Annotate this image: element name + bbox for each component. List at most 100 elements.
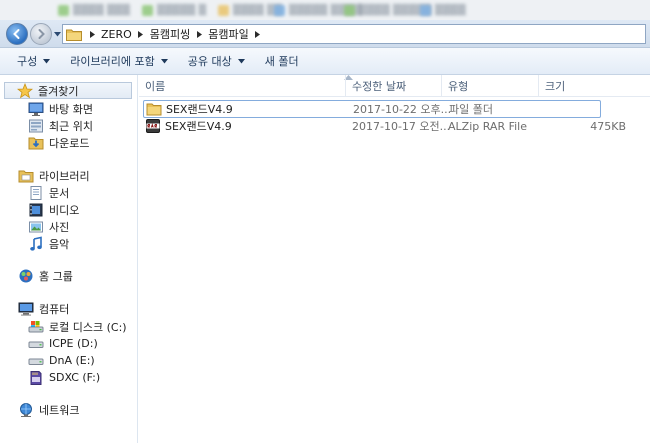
sidebar-item-computer[interactable]: 컴퓨터 [18,300,69,317]
file-name: SEX랜드V4.9 [166,103,233,116]
videos-icon [28,202,44,218]
breadcrumb-item-files[interactable]: 몸캠파일 [205,26,251,42]
recent-pages-dropdown[interactable] [53,29,61,39]
folder-icon [66,29,82,41]
organize-button[interactable]: 구성 [9,51,58,71]
sidebar-header-label: 네트워크 [39,403,80,417]
sidebar-item-videos[interactable]: 비디오 [28,201,79,218]
back-button[interactable] [6,23,28,45]
local-disk-icon [28,319,44,335]
blurred-bookmark: ▒▒▒▒▒ ▒ [142,4,206,16]
recent-places-icon [28,118,44,134]
file-list: 이름 수정한 날짜 유형 크기 SEX랜드V4.9 2017-10-22 오후.… [139,75,650,443]
arrow-right-icon [38,29,45,39]
file-size: 475KB [590,119,626,133]
command-bar: 구성 라이브러리에 포함 공유 대상 새 폴더 [0,48,650,75]
column-header-label: 유형 [448,80,469,93]
file-name: SEX랜드V4.9 [165,120,232,133]
column-header-name[interactable]: 이름 [139,75,345,97]
chevron-down-icon [53,31,61,36]
network-icon [18,402,34,418]
share-with-label: 공유 대상 [187,55,232,68]
sidebar-item-label: SDXC (F:) [49,371,101,384]
desktop-icon [28,101,44,117]
sidebar-item-label: 다운로드 [49,136,90,150]
sidebar-item-label: ICPE (D:) [49,337,98,350]
sidebar-item-desktop[interactable]: 바탕 화면 [28,100,93,117]
chevron-down-icon [160,58,168,63]
sidebar-item-label: 비디오 [49,203,80,217]
bookmarks-bar: ▒▒▒▒ ▒▒▒ ▒▒▒▒▒ ▒ ▒▒▒▒ ▒▒ ▒▒▒▒▒ ▒▒▒▒ ▒▒▒▒… [0,0,650,20]
sidebar-item-label: 문서 [49,186,70,200]
new-folder-label: 새 폴더 [264,55,299,68]
include-in-library-label: 라이브러리에 포함 [70,55,155,68]
file-row-archive[interactable]: SEX랜드V4.9 2017-10-17 오전... ALZip RAR Fil… [143,118,626,136]
sidebar-item-music[interactable]: 음악 [28,235,69,252]
column-header-size[interactable]: 크기 [538,75,650,97]
downloads-icon [28,135,44,151]
sidebar-item-local-disk-c[interactable]: 로컬 디스크 (C:) [28,318,127,335]
breadcrumb-separator-icon[interactable] [86,25,98,43]
navigation-pane: 즐겨찾기 바탕 화면 최근 위치 다운로드 라이브러리 문서 비디오 사진 음악… [0,75,138,443]
column-header-label: 수정한 날짜 [352,80,407,93]
file-size [567,101,627,117]
sidebar-item-drive-d[interactable]: ICPE (D:) [28,335,98,352]
file-type: 파일 폴더 [449,103,493,116]
computer-icon [18,301,34,317]
sidebar-item-recent-places[interactable]: 최근 위치 [28,117,93,134]
file-row-folder[interactable]: SEX랜드V4.9 2017-10-22 오후... 파일 폴더 [143,100,601,118]
sidebar-item-label: 로컬 디스크 (C:) [49,320,127,334]
breadcrumb-separator-icon[interactable] [252,25,264,43]
drive-icon [28,353,44,369]
sidebar-item-label: 사진 [49,220,70,234]
address-row: ZERO 몸캠피씽 몸캠파일 [0,20,650,48]
sidebar-item-libraries[interactable]: 라이브러리 [18,167,90,184]
sd-card-icon [28,370,44,386]
new-folder-button[interactable]: 새 폴더 [257,51,307,71]
music-icon [28,236,44,252]
breadcrumb-item-zero[interactable]: ZERO [98,28,135,41]
breadcrumb-item-phishing[interactable]: 몸캠피씽 [147,26,193,42]
include-in-library-button[interactable]: 라이브러리에 포함 [62,51,175,71]
column-header-date-modified[interactable]: 수정한 날짜 [345,75,441,97]
file-date: 2017-10-17 오전... [352,120,451,133]
blurred-bookmark: ▒▒▒▒ ▒▒▒▒▒ [344,4,431,16]
documents-icon [28,185,44,201]
column-header-label: 크기 [545,80,566,93]
sidebar-header-label: 홈 그룹 [39,269,73,283]
sidebar-header-label: 컴퓨터 [39,302,70,316]
sidebar-item-homegroup[interactable]: 홈 그룹 [18,267,73,284]
star-icon [17,82,33,99]
drive-icon [28,336,44,352]
address-bar[interactable]: ZERO 몸캠피씽 몸캠파일 [62,24,646,44]
blurred-bookmark: ▒▒▒▒ [420,4,466,16]
sidebar-header-label: 라이브러리 [39,169,90,183]
chevron-down-icon [43,58,51,63]
homegroup-icon [18,268,34,284]
breadcrumb: ZERO 몸캠피씽 몸캠파일 [86,25,264,43]
sidebar-item-downloads[interactable]: 다운로드 [28,134,89,151]
organize-label: 구성 [17,55,38,68]
sidebar-item-favorites[interactable]: 즐겨찾기 [4,82,132,99]
file-name-cell: SEX랜드V4.9 [145,118,232,134]
breadcrumb-separator-icon[interactable] [135,25,147,43]
share-with-button[interactable]: 공유 대상 [180,51,253,71]
column-header-label: 이름 [145,80,166,93]
rar-archive-icon [146,119,160,133]
blurred-bookmark: ▒▒▒▒ ▒▒ [218,4,282,16]
file-name-cell: SEX랜드V4.9 [146,101,233,117]
chevron-down-icon [237,58,245,63]
file-date: 2017-10-22 오후... [353,103,452,116]
breadcrumb-separator-icon[interactable] [193,25,205,43]
file-type: ALZip RAR File [448,119,527,133]
forward-button[interactable] [30,23,52,45]
sidebar-item-sdxc-f[interactable]: SDXC (F:) [28,369,100,386]
sidebar-item-pictures[interactable]: 사진 [28,218,69,235]
sidebar-item-drive-e[interactable]: DnA (E:) [28,352,95,369]
column-header-row: 이름 수정한 날짜 유형 크기 [139,75,650,97]
sidebar-item-documents[interactable]: 문서 [28,184,69,201]
sidebar-item-network[interactable]: 네트워크 [18,401,79,418]
column-header-type[interactable]: 유형 [441,75,538,97]
pictures-icon [28,219,44,235]
sidebar-item-label: 바탕 화면 [49,102,93,116]
